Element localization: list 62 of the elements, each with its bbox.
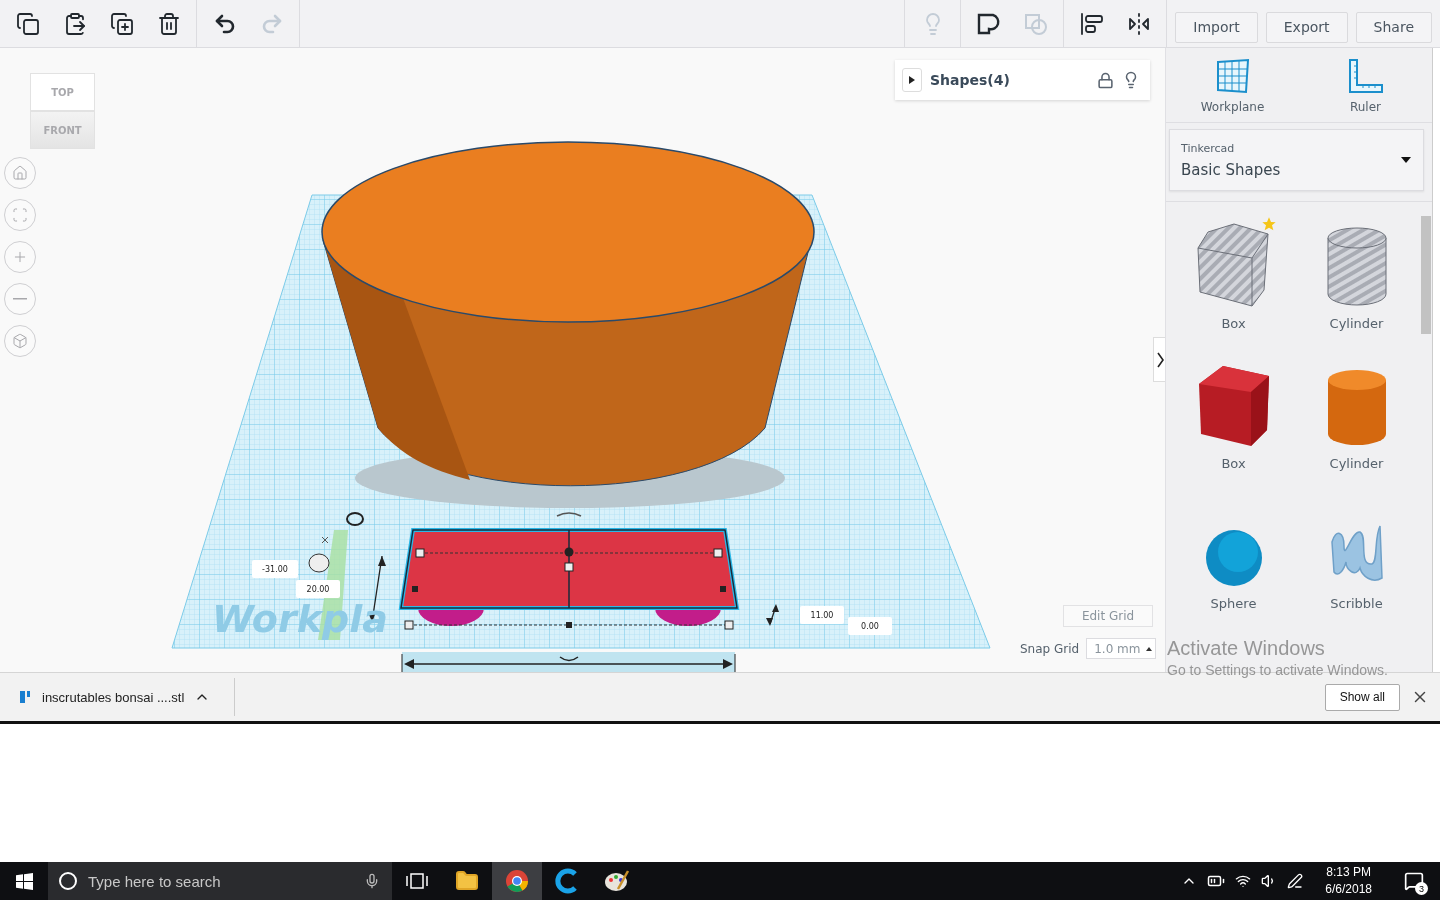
dimension-label[interactable]: 11.00 (800, 606, 844, 624)
clock[interactable]: 8:13 PM 6/6/2018 (1313, 864, 1384, 898)
workplane-tool[interactable]: Workplane (1192, 58, 1273, 114)
activation-notice: Activate Windows Go to Settings to activate Windows. (1167, 637, 1388, 678)
ruler-icon (1347, 58, 1384, 94)
c-logo-icon (554, 868, 580, 894)
download-item[interactable]: inscrutables bonsai ....stl (18, 678, 236, 716)
elevation-arrow (766, 604, 779, 626)
chrome-icon (505, 869, 529, 893)
cylinder-icon (1325, 368, 1388, 448)
taskbar-app[interactable] (492, 862, 542, 900)
chevron-right-icon (1157, 351, 1164, 368)
toolbar-button[interactable]: Share (1355, 11, 1432, 43)
shape-item[interactable]: Scribble (1295, 496, 1418, 636)
caret-up-icon (1146, 646, 1153, 651)
cube-icon (12, 333, 28, 349)
library-dropdown[interactable]: Tinkercad Basic Shapes (1169, 129, 1424, 191)
search-field[interactable]: Type here to search (48, 862, 392, 900)
sphere-icon (1203, 528, 1264, 588)
grid-icon (1214, 58, 1251, 94)
dimension-label[interactable]: 20.00 (296, 580, 340, 598)
shape-item[interactable]: Sphere (1172, 496, 1295, 636)
shape-item[interactable]: Box (1172, 356, 1295, 496)
toolbar-button[interactable]: Import (1175, 11, 1258, 43)
collapse-button[interactable] (1153, 337, 1165, 382)
show-all-button[interactable]: Show all (1324, 683, 1400, 711)
windows-logo-icon (15, 872, 33, 890)
home-icon (12, 165, 28, 181)
notes-handle-icon (308, 553, 330, 573)
message-icon (1404, 871, 1424, 891)
play-caret-icon (909, 76, 915, 84)
task-view-icon (406, 872, 428, 890)
mirror-icon (1126, 11, 1151, 36)
file-icon (18, 689, 32, 705)
dimension-label[interactable]: -31.00 (252, 560, 298, 578)
copy-icon (15, 11, 40, 36)
shape-item[interactable]: Cylinder (1295, 356, 1418, 496)
expand-button[interactable] (902, 68, 922, 92)
toolbar-button[interactable]: Export (1265, 11, 1348, 43)
align-icon (1079, 11, 1104, 36)
trash-icon (156, 11, 181, 36)
notifications-button[interactable]: 3 (1394, 862, 1434, 900)
lock-icon[interactable] (1097, 71, 1114, 89)
panel-title: Shapes(4) (930, 72, 1011, 88)
wifi-icon[interactable] (1235, 873, 1252, 889)
rotate-handle-icon (346, 512, 364, 526)
snap-grid-label: Snap Grid (1020, 641, 1080, 656)
microphone-icon (364, 873, 380, 889)
search-icon (58, 871, 78, 891)
zoom-in-icon (12, 249, 28, 265)
paint-palette-icon (604, 869, 630, 893)
ruler-tool[interactable]: Ruler (1325, 58, 1406, 114)
folder-icon (455, 869, 479, 893)
shape-item[interactable]: Box (1172, 216, 1295, 356)
shape-item[interactable]: Cylinder (1295, 216, 1418, 356)
striped-cylinder-icon (1325, 226, 1388, 308)
duplicate-icon (109, 11, 134, 36)
pen-icon[interactable] (1287, 873, 1304, 889)
dropdown-caret-icon (1401, 157, 1411, 163)
dimension-label[interactable]: 0.00 (848, 617, 892, 635)
fit-view-icon (12, 207, 28, 223)
close-handle-icon (321, 536, 329, 544)
